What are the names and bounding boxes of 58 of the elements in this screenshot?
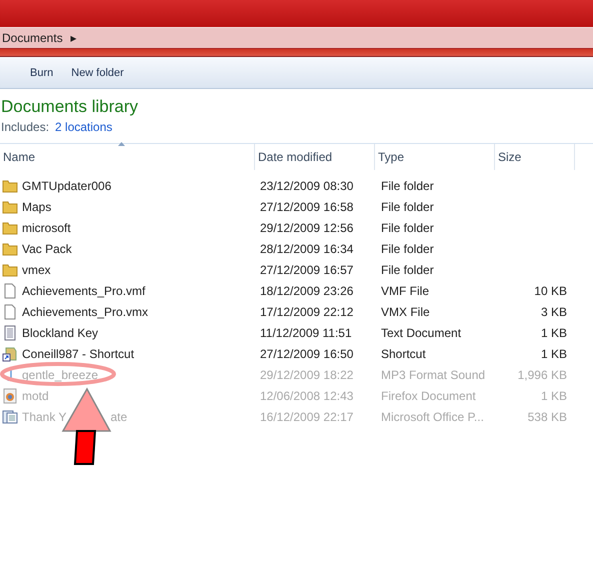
- column-header[interactable]: Name: [0, 144, 255, 170]
- file-name[interactable]: GMTUpdater006: [22, 178, 112, 192]
- date-cell-text: 12/06/2008 12:43: [259, 388, 354, 402]
- type-cell-text: MP3 Format Sound: [380, 368, 486, 382]
- file-name[interactable]: vmex: [22, 262, 51, 276]
- date-cell-text: 27/12/2009 16:50: [259, 346, 354, 360]
- includes-label: Includes:: [1, 120, 50, 134]
- date-cell-text: 29/12/2009 18:22: [259, 368, 354, 382]
- size-cell-text: 10 KB: [533, 284, 568, 298]
- date-cell-text: 16/12/2009 22:17: [259, 410, 354, 424]
- date-cell-text: 11/12/2009 11:51: [259, 326, 353, 340]
- file-name[interactable]: Maps: [22, 200, 52, 214]
- folder-icon: [2, 198, 18, 214]
- date-cell-text: 27/12/2009 16:58: [259, 200, 354, 214]
- toolbar-button[interactable]: New folder: [65, 62, 130, 82]
- size-cell-text: 3 KB: [540, 304, 568, 318]
- type-cell-text: File folder: [380, 178, 435, 192]
- type-cell-text: File folder: [380, 262, 435, 276]
- locations-link[interactable]: 2 locations: [55, 120, 112, 134]
- file-name[interactable]: Achievements_Pro.vmx: [22, 304, 148, 318]
- size-cell-text: 538 KB: [526, 410, 568, 424]
- folder-icon: [2, 262, 18, 278]
- type-cell-text: VMX File: [380, 304, 431, 318]
- type-cell-text: Firefox Document: [380, 388, 477, 402]
- globe-icon: [2, 388, 18, 404]
- folder-icon: [2, 220, 18, 236]
- date-cell-text: 27/12/2009 16:57: [259, 262, 354, 276]
- type-cell-text: Microsoft Office P...: [380, 410, 485, 424]
- file-name[interactable]: Blockland Key: [22, 326, 98, 340]
- column-header[interactable]: Type: [375, 144, 495, 170]
- folder-icon: [2, 178, 18, 194]
- size-cell-text: 1,996 KB: [516, 368, 568, 382]
- size-cell-text: 1 KB: [540, 326, 568, 340]
- library-title: Documents library: [1, 97, 139, 117]
- size-cell-text: 1 KB: [540, 388, 568, 402]
- file-name[interactable]: Vac Pack: [22, 242, 72, 256]
- document-icon: [2, 408, 18, 424]
- type-cell-text: VMF File: [380, 284, 430, 298]
- type-cell-text: File folder: [380, 242, 435, 256]
- breadcrumb-arrow[interactable]: ▸: [70, 31, 77, 45]
- type-cell-text: Shortcut: [380, 346, 427, 360]
- file-name[interactable]: Achievements_Pro.vmf: [22, 284, 146, 298]
- date-cell-text: 17/12/2009 22:12: [259, 304, 354, 318]
- column-header[interactable]: Date modified: [255, 144, 375, 170]
- file-name[interactable]: Coneill987 - Shortcut: [22, 346, 134, 360]
- size-cell-text: 1 KB: [540, 346, 568, 360]
- type-cell-text: File folder: [380, 220, 435, 234]
- folder-icon: [2, 240, 18, 256]
- type-cell-text: File folder: [380, 200, 435, 214]
- file-name[interactable]: microsoft: [22, 220, 71, 234]
- column-header[interactable]: Size: [495, 144, 575, 170]
- date-cell-text: 28/12/2009 16:34: [259, 242, 354, 256]
- type-cell-text: Text Document: [380, 326, 462, 340]
- breadcrumb[interactable]: Documents: [2, 31, 63, 45]
- date-cell-text: 18/12/2009 23:26: [259, 284, 354, 298]
- date-cell-text: 23/12/2009 08:30: [259, 178, 354, 192]
- toolbar-button[interactable]: Burn: [24, 62, 60, 82]
- date-cell-text: 29/12/2009 12:56: [259, 220, 354, 234]
